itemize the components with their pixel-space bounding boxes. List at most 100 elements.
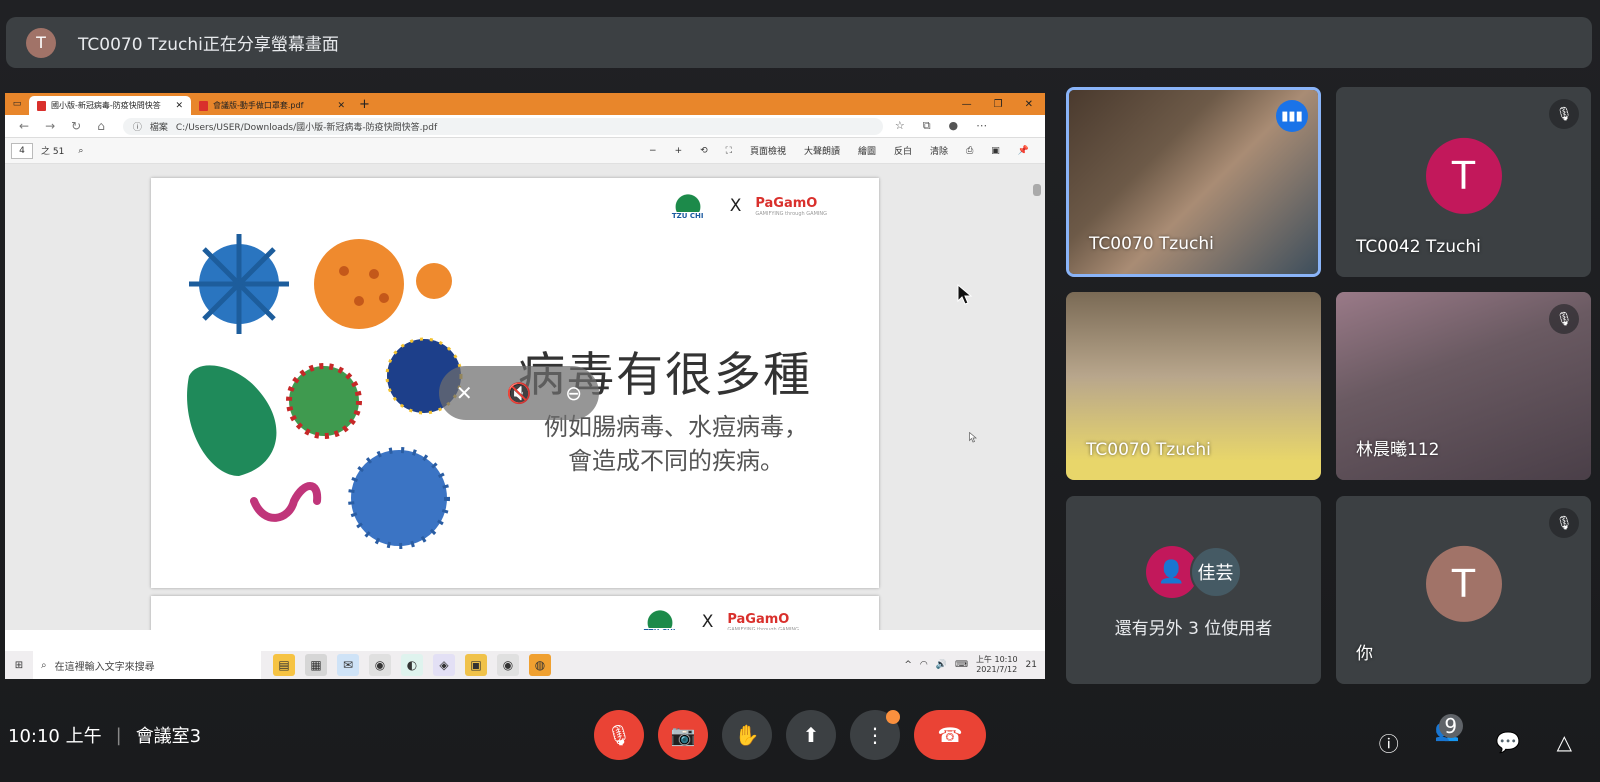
logo-x: X: [729, 196, 742, 216]
more-icon[interactable]: ⋯: [976, 119, 987, 133]
self-tile[interactable]: 🎙 T 你: [1336, 496, 1591, 684]
other-participants-tile[interactable]: 👤 佳芸 還有另外 3 位使用者: [1066, 496, 1321, 684]
taskbar-search[interactable]: ⌕ 在這裡輸入文字來搜尋: [33, 651, 261, 679]
page-view-button[interactable]: 頁面檢視: [750, 144, 786, 157]
virus-illustration: [187, 234, 463, 549]
logos: TZU CHI X PaGamO GAMIFYING through GAMIN…: [660, 186, 827, 226]
tab-close-icon[interactable]: ✕: [337, 101, 345, 111]
people-button[interactable]: 👥9: [1435, 714, 1463, 766]
profile-icon[interactable]: ●: [949, 119, 959, 133]
virus-blue-big: [348, 447, 450, 549]
mic-off-icon: 🎙: [1549, 508, 1579, 538]
back-icon[interactable]: ←: [19, 119, 29, 133]
file-explorer-icon[interactable]: ▤: [273, 654, 295, 676]
mute-tile-icon[interactable]: 🔇: [507, 381, 532, 405]
maximize-icon[interactable]: ❐: [994, 99, 1003, 110]
new-tab-icon[interactable]: +: [359, 97, 370, 112]
meeting-room: 會議室3: [135, 726, 202, 747]
windows-taskbar: ⊞ ⌕ 在這裡輸入文字來搜尋 ▤ ▦ ✉ ◉ ◐ ◈ ▣ ◉ ◍ ^ ◠ 🔊 ⌨: [5, 651, 1045, 679]
notification-count[interactable]: 21: [1026, 660, 1037, 670]
pdf-toolbar: 4 之 51 ⌕ − + ⟲ ⛶ 頁面檢視 大聲朗讀 繪圖 反白 清除 ⎙ ▣ …: [5, 138, 1045, 164]
calculator-icon[interactable]: ▦: [305, 654, 327, 676]
pin-tile-icon[interactable]: ✕: [456, 381, 473, 405]
remove-tile-icon[interactable]: ⊖: [565, 381, 582, 405]
browser-tab-active[interactable]: 國小版-新冠病毒-防疫快問快答 ✕: [29, 96, 191, 115]
browser-tabbar: ▭ 國小版-新冠病毒-防疫快問快答 ✕ 會議版-動手做口罩套.pdf ✕ + —…: [5, 93, 1045, 115]
erase-button[interactable]: 清除: [930, 144, 948, 157]
save-icon[interactable]: ▣: [991, 146, 1000, 156]
windows-start-icon[interactable]: ⊞: [5, 660, 33, 671]
notification-dot: [886, 710, 900, 724]
leave-call-button[interactable]: ☎: [914, 710, 986, 760]
taskbar-clock[interactable]: 上午 10:10 2021/7/12: [976, 655, 1018, 675]
search-icon[interactable]: ⌕: [78, 146, 83, 156]
chrome-icon[interactable]: ◉: [369, 654, 391, 676]
fit-icon[interactable]: ⛶: [726, 146, 732, 156]
network-icon[interactable]: ◠: [920, 660, 928, 670]
participant-name: TC0070 Tzuchi: [1086, 440, 1211, 460]
present-button[interactable]: ⬆: [786, 710, 836, 760]
logo-x: X: [701, 612, 714, 630]
participant-tile[interactable]: 🎙 T TC0042 Tzuchi: [1336, 87, 1591, 277]
favorites-icon[interactable]: ☆: [895, 119, 905, 133]
zoom-in-icon[interactable]: +: [675, 146, 683, 156]
rotate-icon[interactable]: ⟲: [700, 146, 708, 156]
tab-close-icon[interactable]: ✕: [175, 101, 183, 111]
mail-icon[interactable]: ✉: [337, 654, 359, 676]
home-icon[interactable]: ⌂: [97, 119, 105, 133]
collections-icon[interactable]: ⧉: [923, 119, 931, 133]
page-number-input[interactable]: 4: [11, 142, 33, 159]
taskbar-date: 2021/7/12: [976, 665, 1018, 674]
close-window-icon[interactable]: ✕: [1025, 99, 1033, 110]
scroll-thumb[interactable]: [1033, 184, 1041, 196]
shared-screen[interactable]: ▭ 國小版-新冠病毒-防疫快問快答 ✕ 會議版-動手做口罩套.pdf ✕ + —…: [5, 93, 1045, 679]
tray-chevron-icon[interactable]: ^: [904, 660, 912, 670]
logos-next: TZU CHI X PaGamO GAMIFYING through GAMIN…: [632, 602, 799, 630]
speaking-indicator-icon: ▮▮▮: [1276, 100, 1308, 132]
camera-toggle-button[interactable]: 📷: [658, 710, 708, 760]
taskbar-search-placeholder: 在這裡輸入文字來搜尋: [54, 661, 155, 673]
mic-off-icon: 🎙: [1549, 304, 1579, 334]
mic-toggle-button[interactable]: 🎙: [594, 710, 644, 760]
edge-icon[interactable]: ◐: [401, 654, 423, 676]
minimize-icon[interactable]: —: [962, 99, 972, 110]
window-controls: — ❐ ✕: [962, 99, 1033, 110]
keyboard-icon[interactable]: ⌨: [955, 660, 968, 670]
participant-tile[interactable]: 🎙 林晨曦112: [1336, 292, 1591, 480]
highlight-button[interactable]: 反白: [894, 144, 912, 157]
more-options-button[interactable]: ⋮: [850, 710, 900, 760]
meeting-info-button[interactable]: ⓘ: [1379, 728, 1399, 757]
activities-button[interactable]: △: [1557, 730, 1572, 754]
pin-icon[interactable]: 📌: [1018, 146, 1029, 156]
chrome-icon-2[interactable]: ◉: [497, 654, 519, 676]
pagamo-logo-sub: GAMIFYING through GAMING: [727, 626, 799, 631]
participant-tile[interactable]: TC0070 Tzuchi: [1066, 292, 1321, 480]
tile-overlay-controls[interactable]: ✕ 🔇 ⊖: [439, 366, 599, 420]
pdf-viewer[interactable]: TZU CHI X PaGamO GAMIFYING through GAMIN…: [5, 164, 1045, 630]
recorder-icon[interactable]: ◍: [529, 654, 551, 676]
raise-hand-button[interactable]: ✋: [722, 710, 772, 760]
virus-red: [286, 363, 362, 439]
zoom-out-icon[interactable]: −: [649, 146, 657, 156]
refresh-icon[interactable]: ↻: [71, 119, 81, 133]
tab-label: 國小版-新冠病毒-防疫快問快答: [51, 101, 161, 110]
address-bar[interactable]: ⓘ 檔案 C:/Users/USER/Downloads/國小版-新冠病毒-防疫…: [122, 117, 883, 135]
virus-blue-spiky: [189, 234, 289, 334]
participant-tile[interactable]: ▮▮▮ TC0070 Tzuchi: [1066, 87, 1321, 277]
virus-orange: [314, 239, 404, 329]
hang-up-icon: ☎: [937, 723, 963, 747]
hand-icon: ✋: [734, 723, 760, 747]
mouse-cursor-icon: [957, 284, 973, 305]
read-aloud-button[interactable]: 大聲朗讀: [804, 144, 840, 157]
draw-button[interactable]: 繪圖: [858, 144, 876, 157]
teams-icon[interactable]: ◈: [433, 654, 455, 676]
window-menu-icon[interactable]: ▭: [5, 93, 29, 115]
pdf-icon: [37, 100, 46, 111]
volume-icon[interactable]: 🔊: [936, 660, 947, 670]
browser-tab[interactable]: 會議版-動手做口罩套.pdf ✕: [191, 96, 353, 115]
meet-app-icon[interactable]: ▣: [465, 654, 487, 676]
print-icon[interactable]: ⎙: [966, 146, 973, 156]
forward-icon[interactable]: →: [45, 119, 55, 133]
pdf-scrollbar[interactable]: [1033, 168, 1041, 608]
chat-button[interactable]: 💬: [1496, 730, 1521, 754]
